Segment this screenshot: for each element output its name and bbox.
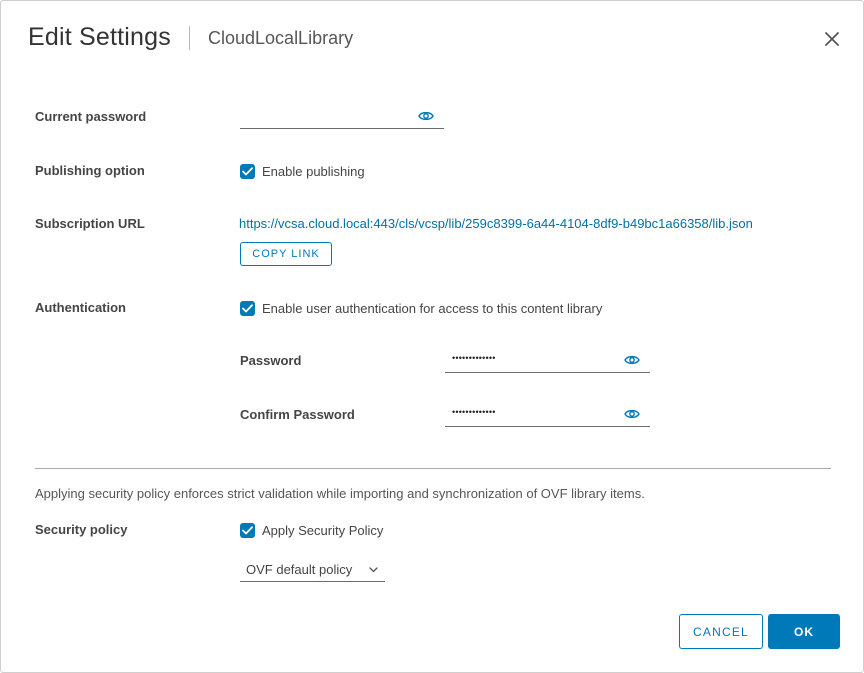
close-icon — [825, 32, 839, 46]
authentication-label: Authentication — [35, 300, 126, 315]
confirm-password-value: ••••••••••••• — [452, 407, 496, 417]
eye-icon[interactable] — [418, 110, 434, 122]
current-password-label: Current password — [35, 109, 147, 124]
enable-auth-label: Enable user authentication for access to… — [262, 300, 603, 316]
dialog-title: Edit Settings — [28, 23, 171, 51]
checkmark-icon — [242, 525, 253, 534]
security-policy-info: Applying security policy enforces strict… — [35, 486, 645, 501]
checkmark-icon — [242, 166, 253, 175]
eye-icon[interactable] — [624, 354, 640, 366]
section-divider — [35, 468, 831, 469]
security-policy-select[interactable]: OVF default policy — [240, 559, 385, 582]
subscription-url-label: Subscription URL — [35, 216, 145, 231]
security-policy-selected: OVF default policy — [246, 562, 353, 577]
dialog-subtitle: CloudLocalLibrary — [208, 28, 354, 48]
apply-security-policy-label: Apply Security Policy — [262, 522, 384, 538]
chevron-down-icon — [369, 567, 378, 573]
edit-settings-dialog: Edit Settings CloudLocalLibrary Current … — [0, 0, 864, 673]
password-field[interactable]: ••••••••••••• — [445, 348, 650, 373]
password-label: Password — [240, 353, 302, 368]
enable-publishing-label: Enable publishing — [262, 163, 365, 179]
enable-auth-checkbox[interactable] — [240, 300, 255, 316]
confirm-password-label: Confirm Password — [240, 407, 355, 422]
security-policy-label: Security policy — [35, 522, 128, 537]
cancel-button[interactable]: CANCEL — [679, 614, 763, 649]
enable-auth-checkbox-row: Enable user authentication for access to… — [240, 300, 602, 316]
password-value: ••••••••••••• — [452, 353, 496, 363]
eye-icon[interactable] — [624, 408, 640, 420]
checkmark-icon — [242, 303, 253, 312]
enable-publishing-checkbox-row: Enable publishing — [240, 163, 365, 179]
header-separator — [189, 26, 190, 50]
copy-link-button[interactable]: COPY LINK — [240, 242, 332, 266]
confirm-password-field[interactable]: ••••••••••••• — [445, 402, 650, 427]
subscription-url-link[interactable]: https://vcsa.cloud.local:443/cls/vcsp/li… — [239, 216, 753, 231]
enable-publishing-checkbox[interactable] — [240, 163, 255, 179]
current-password-field[interactable] — [240, 104, 444, 129]
publishing-option-label: Publishing option — [35, 163, 145, 178]
ok-button[interactable]: OK — [768, 614, 840, 649]
apply-security-checkbox-row: Apply Security Policy — [240, 522, 383, 538]
apply-security-policy-checkbox[interactable] — [240, 522, 255, 538]
close-button[interactable] — [823, 30, 841, 48]
